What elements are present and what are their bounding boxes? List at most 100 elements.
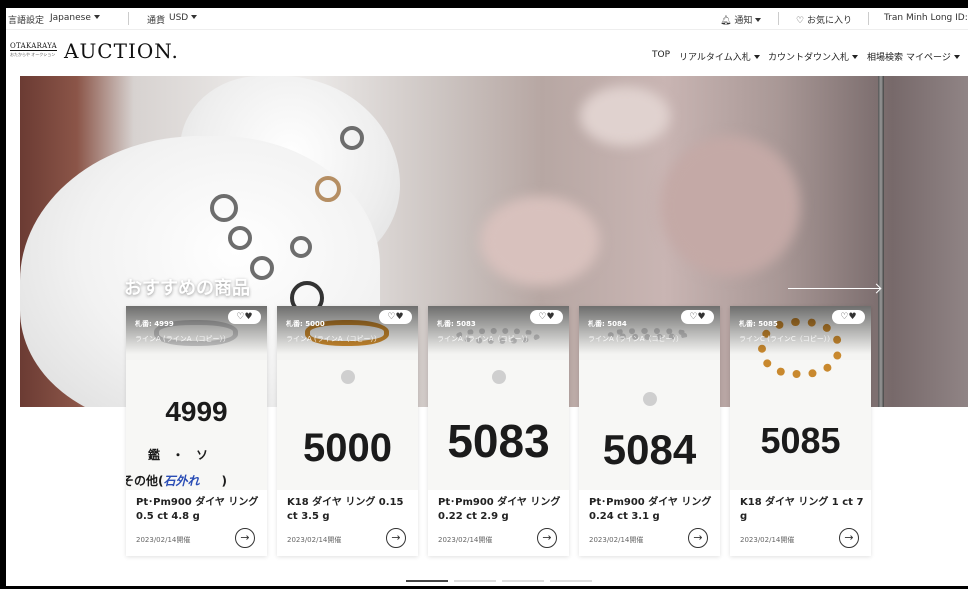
arrow-right-icon: → <box>391 531 401 544</box>
open-product-button[interactable]: → <box>386 528 406 548</box>
nav-top[interactable]: TOP <box>652 50 670 60</box>
auction-date: 2023/02/14開催 <box>136 536 191 544</box>
notifications-menu[interactable]: 🔔︎ 通知 <box>720 13 762 26</box>
currency-value: USD <box>169 13 189 23</box>
favorite-button[interactable]: ♡♥ <box>379 310 412 324</box>
divider <box>778 12 779 25</box>
necklace-link <box>290 236 312 258</box>
notifications-label: 通知 <box>734 16 753 26</box>
product-card[interactable]: 5084 札番: 5084 ラインA (ラインA（コピー）） ♡♥ Pt･Pm9… <box>579 306 720 556</box>
arrow-right-icon: → <box>693 531 703 544</box>
favorite-button[interactable]: ♡♥ <box>681 310 714 324</box>
product-card[interactable]: 5000 札番: 5000 ラインA (ラインA（コピー）） ♡♥ K18 ダイ… <box>277 306 418 556</box>
logo-brand-text: OTAKARAYA <box>10 42 57 51</box>
user-account[interactable]: Tran Minh Long ID: 11 <box>884 13 968 23</box>
lot-line: ラインA (ラインA（コピー）） <box>135 335 231 343</box>
nav-my-page[interactable]: マイページ <box>906 50 960 63</box>
product-card[interactable]: 5085 札番: 5085 ラインC (ラインC（コピー）） ♡♥ K18 ダイ… <box>730 306 871 556</box>
lot-line: ラインA (ラインA（コピー）） <box>588 335 684 343</box>
nav-market-search[interactable]: 相場検索 <box>867 50 903 63</box>
tag-number: 5000 <box>303 426 392 470</box>
nav-countdown-bid[interactable]: カウントダウン入札 <box>768 50 859 63</box>
open-product-button[interactable]: → <box>537 528 557 548</box>
pager-dot[interactable] <box>454 580 496 582</box>
tag-number: 5084 <box>602 426 697 473</box>
logo-sub-text: おたからや オークション <box>10 52 56 57</box>
tag-number: 5085 <box>760 420 841 461</box>
tag-number: 5083 <box>447 415 550 467</box>
tag-hole <box>492 370 506 384</box>
favorite-button[interactable]: ♡♥ <box>832 310 865 324</box>
product-title[interactable]: K18 ダイヤ リング 0.15 ct 3.5 g <box>287 496 411 524</box>
lot-number: 札番: 5085 <box>739 320 778 328</box>
arrow-right-icon: → <box>844 531 854 544</box>
tag-hw-suffix: ) <box>221 474 227 488</box>
chevron-down-icon <box>191 15 198 19</box>
pager-dot[interactable] <box>550 580 592 582</box>
auction-date: 2023/02/14開催 <box>438 536 493 544</box>
open-product-button[interactable]: → <box>688 528 708 548</box>
site-header: OTAKARAYA おたからや オークション AUCTION. TOP リアルタ… <box>6 30 968 76</box>
auction-date: 2023/02/14開催 <box>589 536 644 544</box>
product-title[interactable]: Pt･Pm900 ダイヤ リング 0.24 ct 3.1 g <box>589 496 713 524</box>
auction-date: 2023/02/14開催 <box>287 536 342 544</box>
heart-icon: ♡♥ <box>387 312 404 322</box>
product-title[interactable]: Pt･Pm900 ダイヤ リング 0.22 ct 2.9 g <box>438 496 562 524</box>
lot-line: ラインA (ラインA（コピー）） <box>437 335 533 343</box>
tag-handwriting: その他(石外れ) <box>126 472 227 489</box>
page: 言語設定 Japanese 通貨 USD 🔔︎ 通知 ♡ お気に入り Tran … <box>6 8 968 586</box>
product-title[interactable]: K18 ダイヤ リング 1 ct 7 g <box>740 496 864 524</box>
chevron-down-icon <box>953 55 960 59</box>
favorites-link[interactable]: ♡ お気に入り <box>796 13 852 26</box>
hero-bokeh <box>480 196 600 286</box>
heart-icon: ♡♥ <box>689 312 706 322</box>
tag-handwriting: 鑑 ・ ソ <box>148 448 209 462</box>
product-title[interactable]: Pt･Pm900 ダイヤ リング 0.5 ct 4.8 g <box>136 496 260 524</box>
pager-dot[interactable] <box>406 580 448 582</box>
heart-icon: ♡♥ <box>538 312 555 322</box>
open-product-button[interactable]: → <box>839 528 859 548</box>
heart-icon: ♡ <box>796 16 805 26</box>
screen-frame: 言語設定 Japanese 通貨 USD 🔔︎ 通知 ♡ お気に入り Tran … <box>0 0 968 589</box>
language-value: Japanese <box>50 13 91 23</box>
currency-select[interactable]: USD <box>169 13 198 23</box>
recommended-title: おすすめの商品 <box>124 278 250 299</box>
nav-realtime-bid[interactable]: リアルタイム入札 <box>679 50 760 63</box>
lot-number: 札番: 5084 <box>588 320 627 328</box>
favorites-label: お気に入り <box>806 16 852 26</box>
language-select[interactable]: Japanese <box>50 13 100 23</box>
necklace-link <box>210 194 238 222</box>
arrow-right-icon: → <box>240 531 250 544</box>
heart-icon: ♡♥ <box>840 312 857 322</box>
tag-hole <box>643 392 657 406</box>
product-card[interactable]: 4999 鑑 ・ ソ その他(石外れ) 札番: 4999 ラインA (ラインA（… <box>126 306 267 556</box>
site-logo[interactable]: OTAKARAYA おたからや オークション AUCTION. <box>10 39 180 68</box>
recommended-carousel: 4999 鑑 ・ ソ その他(石外れ) 札番: 4999 ラインA (ラインA（… <box>126 306 886 560</box>
necklace-link <box>340 126 364 150</box>
nav-label: カウントダウン入札 <box>768 53 850 63</box>
tag-hw-prefix: その他( <box>126 474 164 488</box>
lot-number: 札番: 4999 <box>135 320 174 328</box>
carousel-next-arrow-icon[interactable] <box>788 288 880 289</box>
hero-bokeh <box>660 136 800 276</box>
chevron-down-icon <box>753 55 760 59</box>
chevron-down-icon <box>852 55 859 59</box>
language-label: 言語設定 <box>8 16 45 26</box>
favorite-button[interactable]: ♡♥ <box>530 310 563 324</box>
pager-dot[interactable] <box>502 580 544 582</box>
logo-auction-text: AUCTION. <box>64 39 179 63</box>
favorite-button[interactable]: ♡♥ <box>228 310 261 324</box>
necklace-link <box>250 256 274 280</box>
lot-number: 札番: 5083 <box>437 320 476 328</box>
chevron-down-icon <box>93 15 100 19</box>
nav-label: マイページ <box>906 53 951 63</box>
lot-line: ラインA (ラインA（コピー）） <box>286 335 382 343</box>
top-utility-bar: 言語設定 Japanese 通貨 USD 🔔︎ 通知 ♡ お気に入り Tran … <box>6 8 968 30</box>
tag-hw-note: 石外れ <box>163 474 200 488</box>
divider <box>128 12 129 25</box>
product-card[interactable]: 5083 札番: 5083 ラインA (ラインA（コピー）） ♡♥ Pt･Pm9… <box>428 306 569 556</box>
lot-number: 札番: 5000 <box>286 320 325 328</box>
arrow-right-icon: → <box>542 531 552 544</box>
necklace-link <box>315 176 341 202</box>
open-product-button[interactable]: → <box>235 528 255 548</box>
